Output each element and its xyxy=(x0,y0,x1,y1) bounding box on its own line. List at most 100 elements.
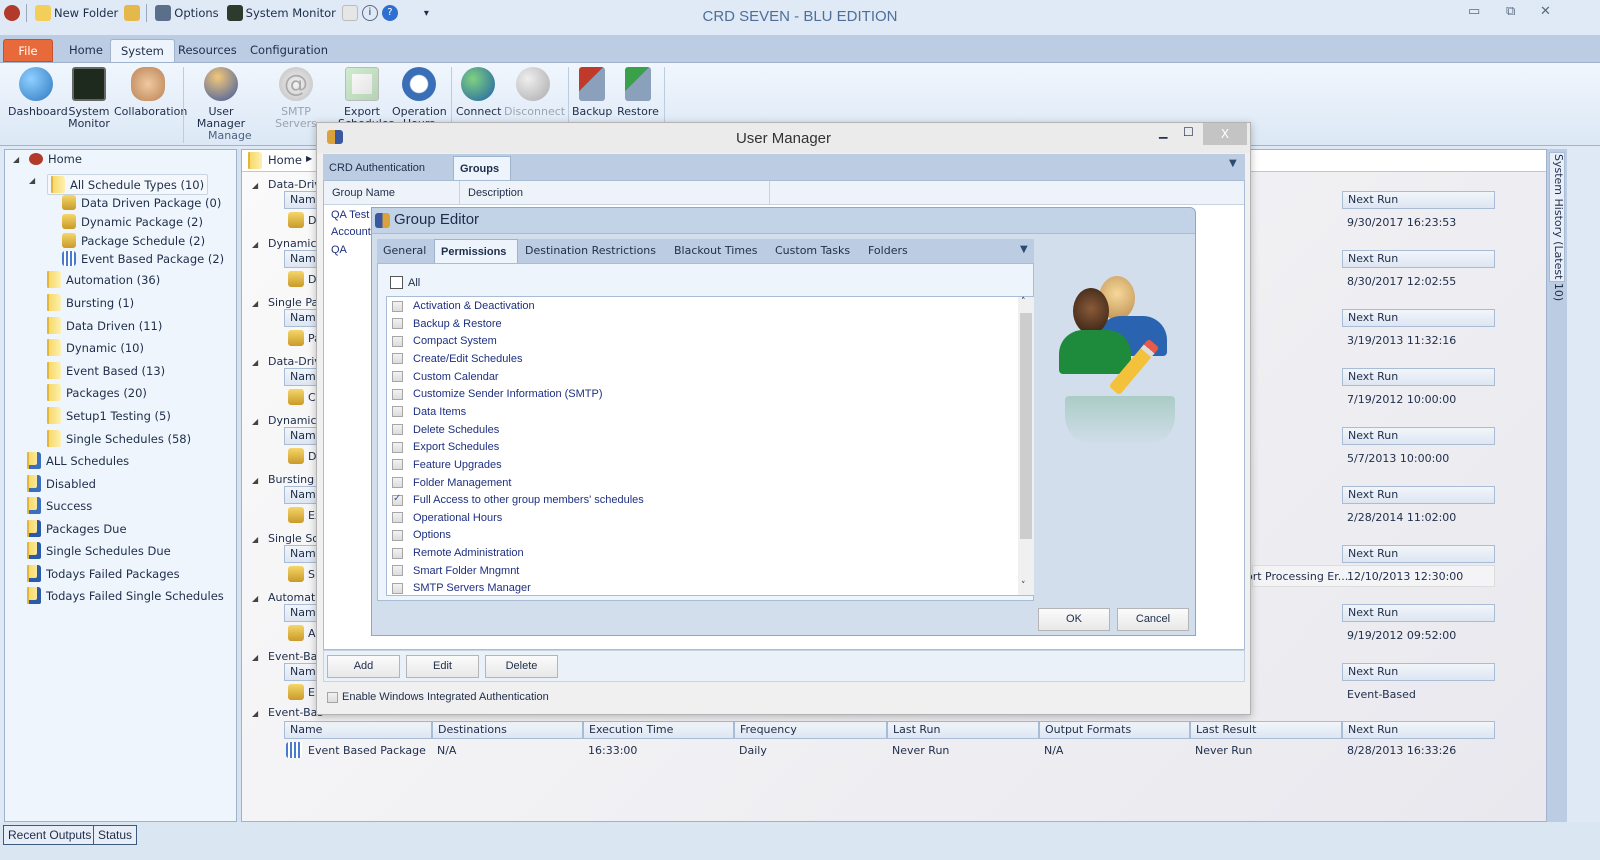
restore-button[interactable]: ⧉ xyxy=(1506,4,1515,19)
column-group-name[interactable]: Group Name xyxy=(324,181,460,205)
collapse-icon[interactable]: ◢ xyxy=(252,476,258,485)
tree-item[interactable]: Event Based Package (2) xyxy=(62,251,224,266)
column-next-run[interactable]: Next Run xyxy=(1342,191,1495,209)
collapse-icon[interactable]: ◢ xyxy=(252,653,258,662)
permission-item[interactable]: Data Items xyxy=(392,406,466,418)
tree-item[interactable]: Dynamic Package (2) xyxy=(62,214,203,229)
tabs-dropdown-icon[interactable]: ▼ xyxy=(1020,244,1028,255)
group-row[interactable]: QA Test xyxy=(331,209,369,221)
connect-button[interactable]: Connect xyxy=(456,67,501,118)
permission-item[interactable]: Smart Folder Mngmnt xyxy=(392,565,519,577)
permission-checkbox[interactable] xyxy=(392,371,403,383)
tree-item[interactable]: Event Based (13) xyxy=(47,362,165,379)
permission-item[interactable]: Delete Schedules xyxy=(392,424,499,436)
tab-custom-tasks[interactable]: Custom Tasks xyxy=(769,239,856,263)
collapse-icon[interactable]: ◢ xyxy=(252,535,258,544)
permission-checkbox[interactable] xyxy=(392,547,403,559)
permission-item[interactable]: Compact System xyxy=(392,335,497,347)
permission-checkbox[interactable] xyxy=(392,477,403,488)
collapse-icon[interactable]: ◢ xyxy=(252,709,258,718)
permission-item[interactable]: Remote Administration xyxy=(392,547,524,559)
group-row[interactable]: QA xyxy=(331,244,347,256)
operation-hours-button[interactable]: Operation Hours xyxy=(392,67,447,130)
permission-item[interactable]: Backup & Restore xyxy=(392,318,502,330)
permission-checkbox[interactable] xyxy=(392,459,403,471)
export-schedules-button[interactable]: Export Schedules xyxy=(338,67,394,130)
tab-configuration[interactable]: Configuration xyxy=(240,39,338,62)
tab-crd-authentication[interactable]: CRD Authentication xyxy=(323,156,431,180)
permission-item[interactable]: Activation & Deactivation xyxy=(392,300,535,312)
cancel-button[interactable]: Cancel xyxy=(1117,608,1189,631)
permission-checkbox[interactable] xyxy=(392,529,403,541)
column-header[interactable]: Last Run xyxy=(887,721,1039,739)
permission-checkbox[interactable] xyxy=(392,424,403,436)
tree-item[interactable]: Package Schedule (2) xyxy=(62,233,205,248)
column-description[interactable]: Description xyxy=(460,181,770,205)
permission-item[interactable]: Options xyxy=(392,529,451,541)
permission-item[interactable]: Export Schedules xyxy=(392,441,499,453)
permission-checkbox[interactable] xyxy=(392,582,403,594)
tree-item[interactable]: Automation (36) xyxy=(47,271,160,288)
tree-item[interactable]: Disabled xyxy=(27,475,96,492)
collapse-icon[interactable]: ◢ xyxy=(252,594,258,603)
permission-item[interactable]: Full Access to other group members' sche… xyxy=(392,493,644,506)
column-header[interactable]: Output Formats xyxy=(1039,721,1190,739)
windows-auth-option[interactable]: Enable Windows Integrated Authentication xyxy=(327,691,549,703)
scrollbar[interactable]: ˄ ˅ xyxy=(1018,297,1034,595)
edit-button[interactable]: Edit xyxy=(406,655,479,678)
permission-item[interactable]: SMTP Servers Manager xyxy=(392,582,531,594)
permission-item[interactable]: Folder Management xyxy=(392,477,511,489)
column-header[interactable]: Last Result xyxy=(1190,721,1342,739)
tree-item[interactable]: Todays Failed Single Schedules xyxy=(27,587,224,604)
smtp-servers-button[interactable]: @ SMTP Servers xyxy=(260,67,332,130)
dialog-title-bar[interactable]: Group Editor xyxy=(372,208,1195,234)
permission-checkbox[interactable] xyxy=(392,441,403,453)
tree-item[interactable]: Bursting (1) xyxy=(47,294,134,311)
permission-checkbox[interactable] xyxy=(392,300,403,312)
tab-groups[interactable]: Groups xyxy=(453,156,511,180)
permission-checkbox[interactable] xyxy=(392,335,403,347)
close-button[interactable]: X xyxy=(1203,123,1247,145)
tab-destination-restrictions[interactable]: Destination Restrictions xyxy=(519,239,662,263)
scroll-up-icon[interactable]: ˄ xyxy=(1021,297,1026,307)
tree-item[interactable]: Data Driven (11) xyxy=(47,317,162,334)
permission-item[interactable]: Create/Edit Schedules xyxy=(392,353,522,365)
tabs-dropdown-icon[interactable]: ▼ xyxy=(1229,158,1237,169)
collapse-icon[interactable]: ◢ xyxy=(252,181,258,190)
column-next-run[interactable]: Next Run xyxy=(1342,486,1495,504)
column-header[interactable]: Next Run xyxy=(1342,721,1495,739)
collapse-icon[interactable]: ◢ xyxy=(252,299,258,308)
column-next-run[interactable]: Next Run xyxy=(1342,427,1495,445)
tab-recent-outputs[interactable]: Recent Outputs xyxy=(3,825,97,845)
column-next-run[interactable]: Next Run xyxy=(1342,663,1495,681)
tree-item[interactable]: Single Schedules (58) xyxy=(47,430,191,447)
permission-checkbox[interactable] xyxy=(392,512,403,524)
disconnect-button[interactable]: Disconnect xyxy=(504,67,565,118)
collapse-icon[interactable]: ◢ xyxy=(252,417,258,426)
permission-checkbox[interactable] xyxy=(392,406,403,418)
column-next-run[interactable]: Next Run xyxy=(1342,250,1495,268)
minimize-button[interactable]: ▭ xyxy=(1468,4,1480,19)
breadcrumb-home[interactable]: Home xyxy=(268,153,302,167)
permission-item[interactable]: Custom Calendar xyxy=(392,371,499,383)
scroll-down-icon[interactable]: ˅ xyxy=(1021,581,1026,591)
select-all-checkbox[interactable] xyxy=(390,276,403,289)
tree-item[interactable]: Setup1 Testing (5) xyxy=(47,407,171,424)
tab-system[interactable]: System xyxy=(110,39,175,62)
scrollbar-thumb[interactable] xyxy=(1020,313,1032,539)
permission-checkbox[interactable] xyxy=(392,353,403,365)
tab-permissions[interactable]: Permissions xyxy=(434,239,518,263)
column-next-run[interactable]: Next Run xyxy=(1342,545,1495,563)
collapse-icon[interactable]: ◢ xyxy=(252,358,258,367)
column-header[interactable]: Frequency xyxy=(734,721,887,739)
collapse-icon[interactable]: ◢ xyxy=(252,240,258,249)
tree-item[interactable]: Single Schedules Due xyxy=(27,542,171,559)
backup-button[interactable]: Backup xyxy=(572,67,612,118)
permission-item[interactable]: Feature Upgrades xyxy=(392,459,502,471)
group-row[interactable]: Accounts xyxy=(331,226,376,238)
tree-item[interactable]: All Schedule Types (10) xyxy=(47,174,209,195)
tab-general[interactable]: General xyxy=(377,239,432,263)
tab-status[interactable]: Status xyxy=(93,825,138,845)
permission-item[interactable]: Customize Sender Information (SMTP) xyxy=(392,388,603,400)
tree-item[interactable]: Packages Due xyxy=(27,520,127,537)
